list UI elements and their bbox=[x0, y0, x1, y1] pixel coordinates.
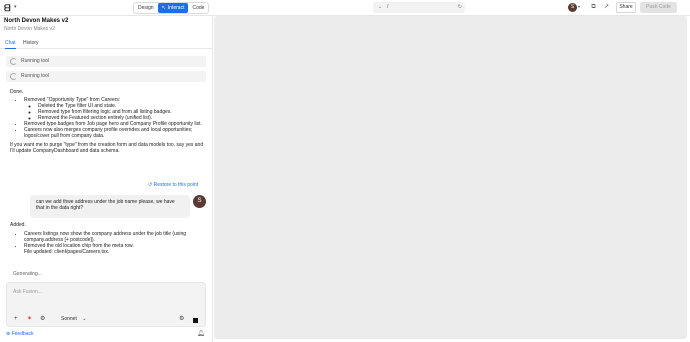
model-selector[interactable]: Sonnet ⌄ bbox=[61, 316, 86, 323]
message-text: Added. bbox=[10, 222, 26, 228]
tab-history[interactable]: History bbox=[23, 40, 39, 46]
model-label: Sonnet bbox=[61, 316, 77, 322]
share-button[interactable]: Share bbox=[616, 2, 636, 13]
top-bar: ᗺ ▾ Design ↖ Interact Code / ↻ ⌄ S ▾ ⧉ ↗… bbox=[0, 0, 690, 16]
settings-icon[interactable]: ⚙ bbox=[179, 315, 184, 323]
feedback-link[interactable]: ⊕ Feedback bbox=[6, 331, 34, 338]
generating-status: Generating... bbox=[13, 271, 42, 277]
cursor-icon: ↖ bbox=[161, 5, 166, 11]
user-message: can we add thwe address under the job na… bbox=[30, 195, 190, 218]
tab-chat[interactable]: Chat bbox=[5, 40, 16, 49]
refresh-icon[interactable]: ↻ bbox=[458, 2, 462, 13]
feedback-label: Feedback bbox=[11, 331, 34, 337]
list-item-text: File updated: client/pages/Careers.tsx. bbox=[24, 249, 110, 255]
push-code-button[interactable]: Push Code bbox=[640, 2, 677, 13]
mode-interact-label: Interact bbox=[167, 5, 185, 11]
stop-button[interactable] bbox=[193, 318, 198, 323]
mode-interact-button[interactable]: ↖ Interact bbox=[157, 3, 189, 13]
project-title: North Devon Makes v2 bbox=[4, 18, 69, 24]
external-link-icon[interactable]: ↗ bbox=[602, 3, 611, 12]
message-list: Careers listings now show the company ad… bbox=[10, 231, 206, 255]
figma-icon[interactable]: ✶ bbox=[27, 315, 32, 323]
list-item: Careers now also merges company profile … bbox=[24, 127, 206, 139]
project-header: North Devon Makes v2 North Devon Makes v… bbox=[4, 18, 68, 33]
assistant-message: Added. Careers listings now show the com… bbox=[10, 222, 206, 255]
builder-logo-icon[interactable]: ᗺ bbox=[4, 3, 14, 13]
feedback-icon: ⊕ bbox=[6, 331, 11, 337]
plus-icon[interactable]: + bbox=[14, 315, 18, 323]
project-subtitle: North Devon Makes v2 bbox=[4, 26, 55, 32]
url-bar[interactable]: / ↻ bbox=[373, 2, 465, 13]
tool-status: Running tool bbox=[6, 56, 206, 67]
chevron-down-icon[interactable]: ▾ bbox=[14, 4, 17, 10]
copy-icon[interactable]: ⧉ bbox=[589, 3, 598, 12]
restore-link[interactable]: ↺ Restore to this point bbox=[148, 181, 198, 189]
message-text: Done. bbox=[10, 89, 24, 95]
bell-icon[interactable]: 🔔︎ bbox=[197, 331, 205, 338]
chat-input[interactable] bbox=[13, 287, 199, 297]
message-text: If you want me to purge "type" from the … bbox=[10, 142, 204, 154]
avatar[interactable]: S bbox=[568, 3, 577, 12]
tool-status-label: Running tool bbox=[21, 73, 50, 79]
list-item: Removed the old location chip from the m… bbox=[24, 243, 206, 255]
restore-icon: ↺ bbox=[148, 182, 153, 188]
spinner-icon bbox=[10, 58, 17, 65]
chat-tabs: Chat History bbox=[0, 38, 212, 49]
avatar: S bbox=[193, 195, 206, 208]
mode-switcher: Design ↖ Interact Code bbox=[133, 2, 210, 14]
list-item: Careers listings now show the company ad… bbox=[24, 231, 206, 243]
restore-label: Restore to this point bbox=[153, 182, 199, 188]
list-item: Removed "Opportunity Type" from Careers:… bbox=[24, 97, 206, 121]
mode-design-button[interactable]: Design bbox=[134, 3, 158, 13]
message-list: Removed "Opportunity Type" from Careers:… bbox=[10, 97, 206, 139]
spinner-icon bbox=[10, 73, 17, 80]
composer: + ✶ ⚙ Sonnet ⌄ ⚙ bbox=[6, 282, 206, 327]
mode-code-button[interactable]: Code bbox=[188, 3, 208, 13]
panel-divider[interactable] bbox=[212, 16, 213, 342]
chevron-down-icon: ⌄ bbox=[82, 316, 87, 322]
assistant-message: Done. Removed "Opportunity Type" from Ca… bbox=[10, 89, 206, 154]
preview-canvas[interactable] bbox=[214, 16, 687, 339]
tool-status-label: Running tool bbox=[21, 58, 50, 64]
settings-icon[interactable]: ⚙ bbox=[40, 315, 45, 323]
chevron-down-icon[interactable]: ⌄ bbox=[378, 4, 382, 10]
tool-status: Running tool bbox=[6, 71, 206, 82]
chevron-down-icon[interactable]: ▾ bbox=[578, 4, 580, 9]
